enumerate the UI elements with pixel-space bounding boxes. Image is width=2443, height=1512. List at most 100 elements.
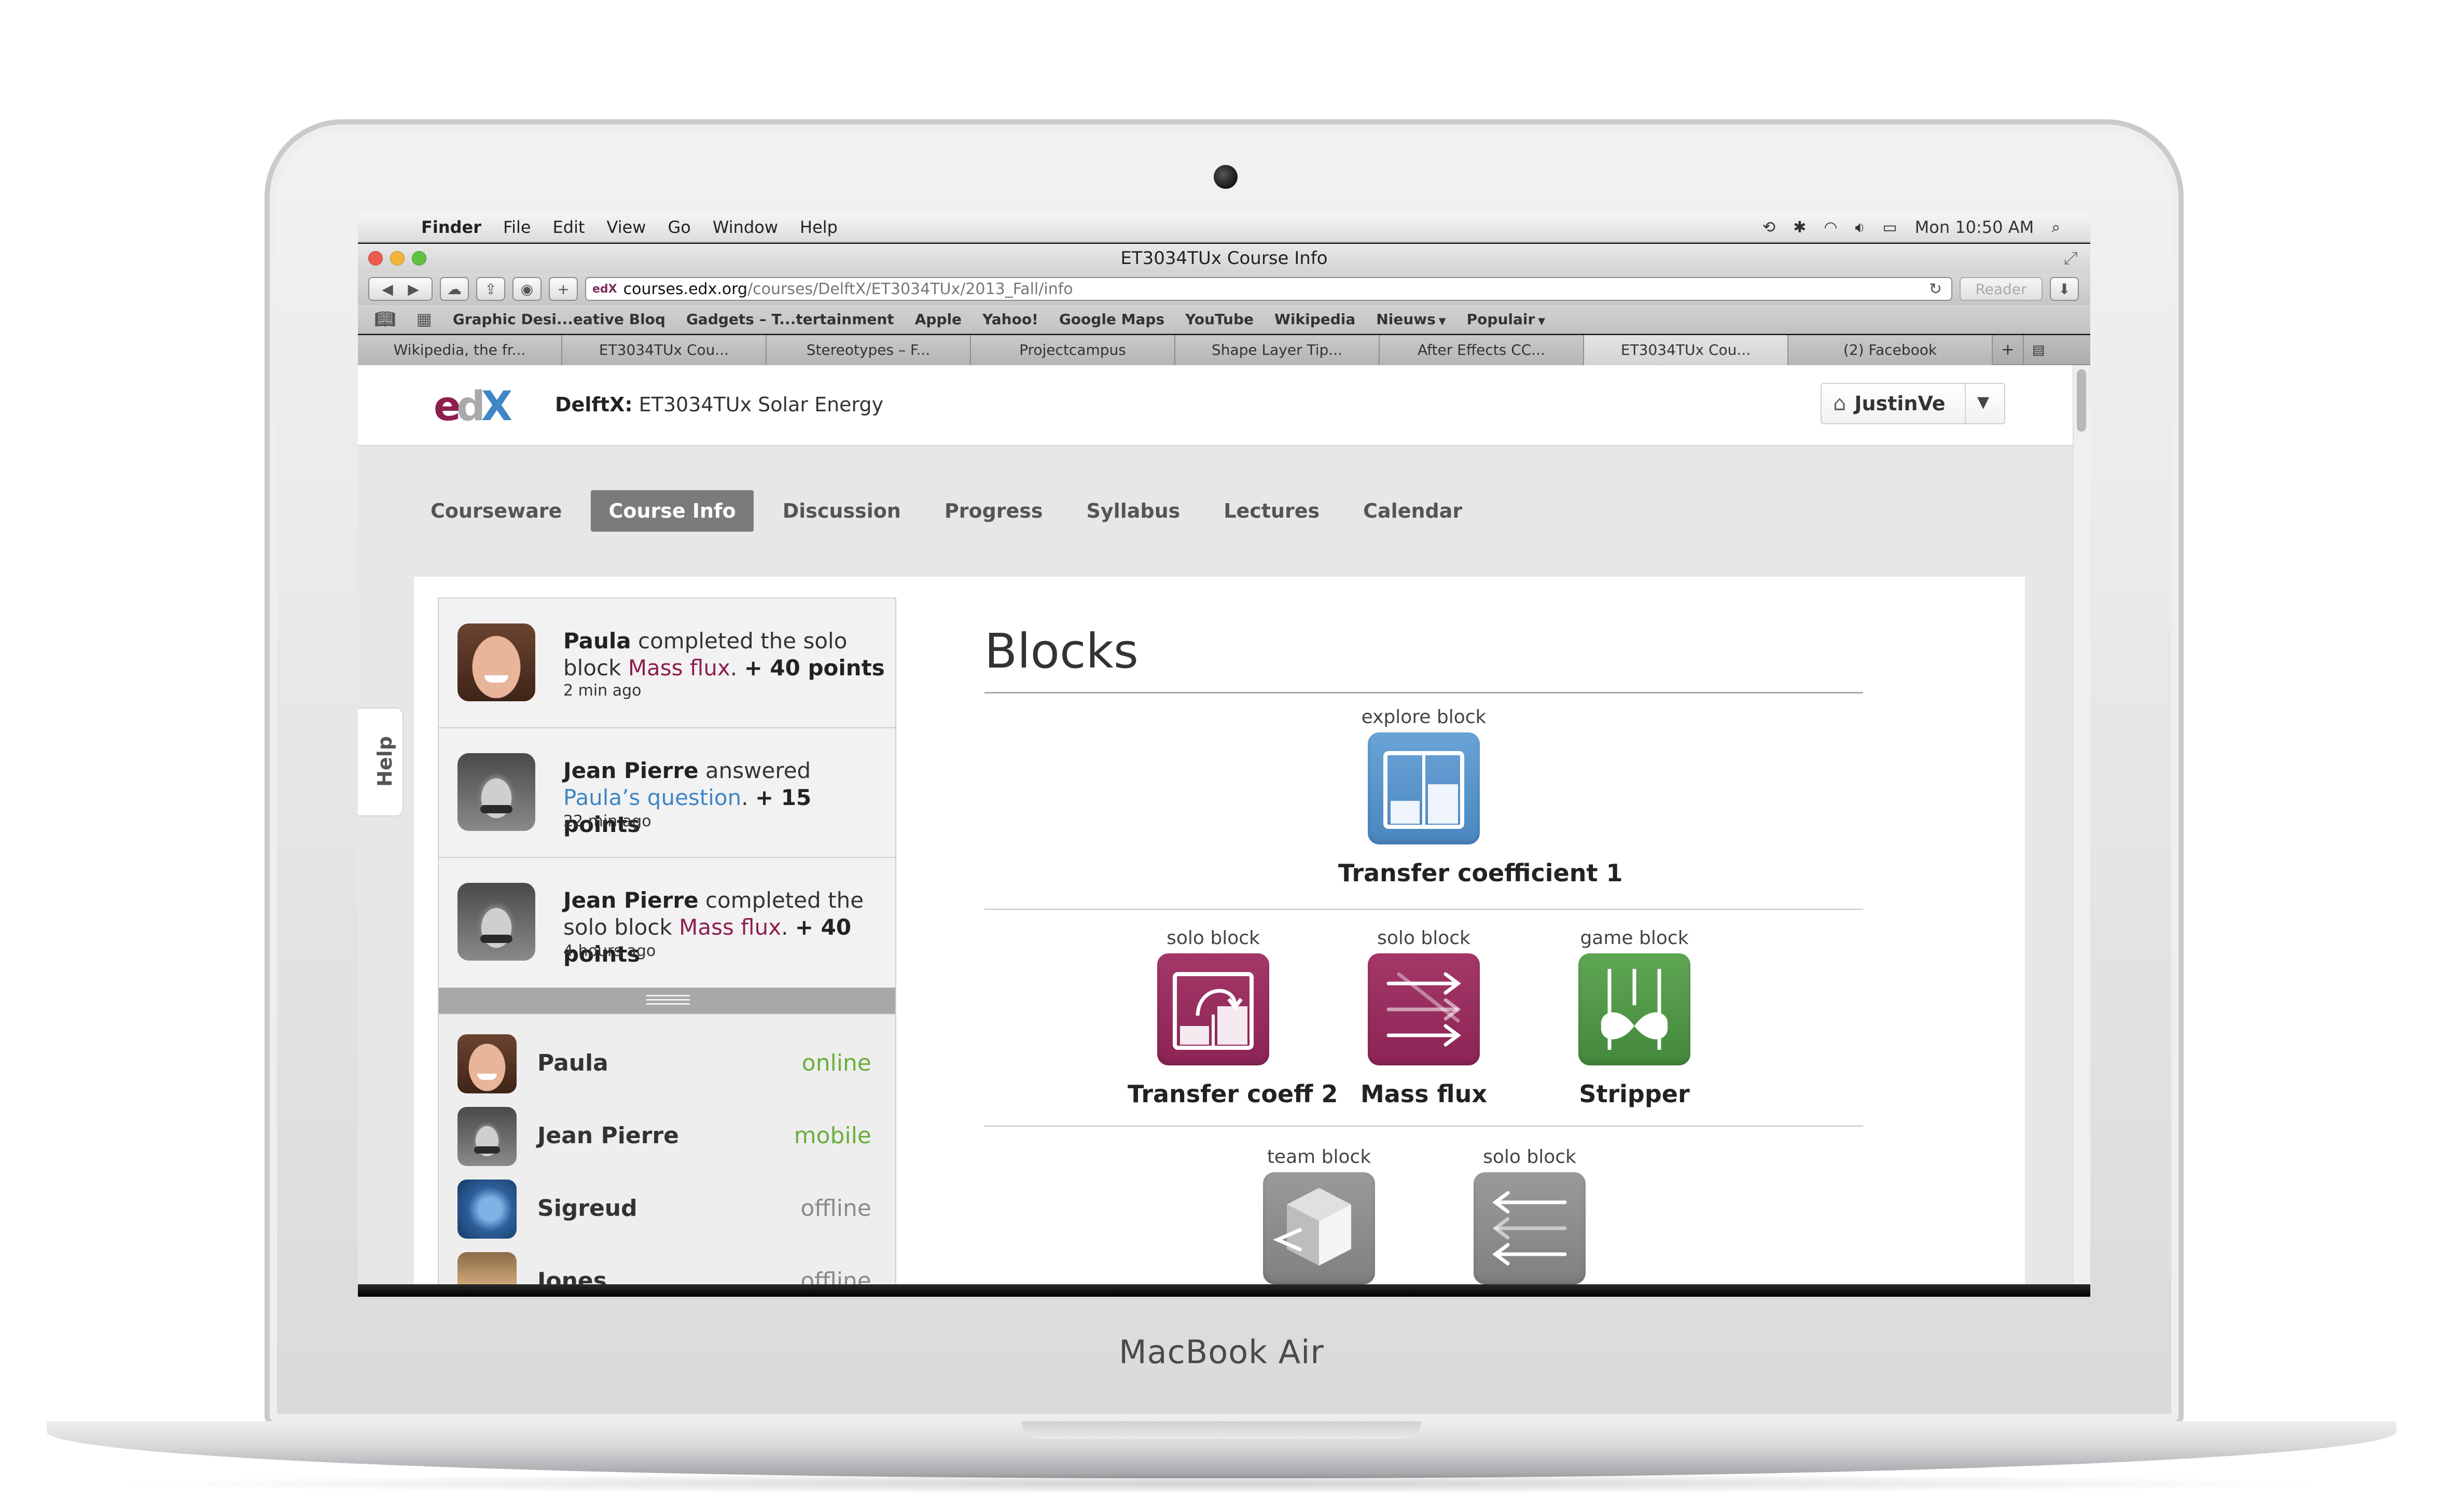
menu-file[interactable]: File — [503, 217, 531, 237]
battery-icon[interactable]: ▭ — [1882, 218, 1897, 237]
list-item[interactable]: Jones offline — [439, 1245, 895, 1284]
downloads-button[interactable]: ⬇ — [2050, 277, 2079, 301]
new-tab-plus-icon[interactable]: + — [1993, 335, 2024, 364]
menu-window[interactable]: Window — [713, 217, 778, 237]
bar-chart-icon[interactable] — [1368, 732, 1480, 844]
edx-logo[interactable]: e d X — [434, 384, 517, 428]
blocks-divider — [984, 1126, 1863, 1127]
arrows-right-icon[interactable] — [1368, 953, 1480, 1065]
bookmark-item[interactable]: Yahoo! — [982, 311, 1038, 328]
menubar-clock[interactable]: Mon 10:50 AM — [1915, 217, 2034, 237]
tab-courseware[interactable]: Courseware — [431, 490, 576, 532]
apple-icon[interactable] — [383, 218, 398, 237]
top-sites-grid-icon[interactable]: ▦ — [417, 309, 432, 329]
presence-status: offline — [800, 1195, 871, 1222]
browser-tab[interactable]: Projectcampus — [971, 335, 1175, 365]
browser-tab[interactable]: Wikipedia, the fr... — [358, 335, 562, 365]
site-header: e d X DelftX: ET3034TUx Solar Energy ⌂ J… — [358, 365, 2073, 446]
block-card[interactable]: game block Stripper — [1549, 927, 1720, 1108]
icloud-tabs-button[interactable]: ☁ — [440, 277, 469, 301]
bookmark-item[interactable]: Wikipedia — [1274, 311, 1355, 328]
tab-syllabus[interactable]: Syllabus — [1072, 490, 1195, 532]
close-window-button[interactable] — [368, 251, 383, 266]
block-card[interactable]: explore block Transfer coefficient 1 — [1338, 706, 1623, 887]
reader-button[interactable]: Reader — [1960, 277, 2043, 301]
back-arrow-icon[interactable]: ◀ — [382, 281, 393, 298]
activity-item[interactable]: Paula completed the solo block Mass flux… — [439, 599, 895, 728]
panel-resize-handle[interactable] — [439, 988, 895, 1015]
block-card[interactable]: solo block — [1444, 1146, 1615, 1284]
tab-course-info[interactable]: Course Info — [591, 490, 754, 532]
list-item[interactable]: Paula online — [439, 1027, 895, 1100]
person-name: Paula — [537, 1050, 608, 1076]
bookmark-folder[interactable]: Populair ▼ — [1467, 311, 1545, 328]
fullscreen-icon[interactable]: ⤢ — [2064, 248, 2078, 269]
reload-icon[interactable]: ↻ — [1929, 280, 1942, 298]
spotlight-search-icon[interactable]: ⌕ — [2051, 218, 2060, 237]
activity-link[interactable]: Mass flux — [628, 655, 730, 681]
scrollbar-thumb[interactable] — [2077, 369, 2086, 432]
cube-icon[interactable] — [1263, 1172, 1375, 1284]
forward-arrow-icon[interactable]: ▶ — [408, 281, 419, 298]
wifi-icon[interactable]: ◠ — [1824, 218, 1837, 237]
tab-progress[interactable]: Progress — [930, 490, 1058, 532]
bookmark-item[interactable]: Apple — [915, 311, 962, 328]
transfer-chart-icon[interactable] — [1157, 953, 1269, 1065]
list-item[interactable]: Jean Pierre mobile — [439, 1100, 895, 1172]
volume-icon[interactable]: 🔉︎ — [1855, 218, 1865, 237]
zoom-window-button[interactable] — [412, 251, 426, 266]
block-name: Transfer coefficient 1 — [1338, 859, 1623, 887]
list-item[interactable]: Sigreud offline — [439, 1172, 895, 1245]
address-bar[interactable]: edX courses.edx.org /courses/DelftX/ET30… — [585, 277, 1952, 301]
browser-tab[interactable]: After Effects CC... — [1380, 335, 1584, 365]
browser-tab-active[interactable]: ET3034TUx Cou... — [1584, 335, 1788, 365]
browser-tab[interactable]: Stereotypes – F... — [767, 335, 971, 365]
extension-icon: ◉ — [520, 280, 534, 298]
block-card[interactable]: team block — [1233, 1146, 1405, 1284]
block-card[interactable]: solo block Mass flux — [1338, 927, 1509, 1108]
activity-link[interactable]: Mass flux — [679, 914, 781, 940]
add-bookmark-button[interactable]: + — [549, 277, 578, 301]
people-list: Paula online Jean Pierre mobile Sigreud … — [439, 1015, 895, 1284]
tab-discussion[interactable]: Discussion — [768, 490, 915, 532]
extension-button[interactable]: ◉ — [512, 277, 542, 301]
arrows-left-icon[interactable] — [1474, 1172, 1586, 1284]
bookmark-folder[interactable]: Nieuws ▼ — [1376, 311, 1446, 328]
time-machine-icon[interactable]: ⟲ — [1762, 218, 1775, 237]
avatar — [457, 1180, 517, 1239]
menu-edit[interactable]: Edit — [553, 217, 585, 237]
mac-menubar: Finder File Edit View Go Window Help ⟲ ✱… — [358, 213, 2090, 243]
bluetooth-icon[interactable]: ✱ — [1793, 218, 1806, 237]
menu-app-name[interactable]: Finder — [421, 217, 481, 237]
bookmark-item[interactable]: Graphic Desi...eative Bloq — [453, 311, 665, 328]
reading-list-icon[interactable]: 📖︎ — [374, 309, 396, 329]
bookmark-folder-label: Nieuws — [1376, 310, 1436, 328]
browser-tab[interactable]: ET3034TUx Cou... — [562, 335, 767, 365]
block-card[interactable]: solo block Transfer coeff 2 — [1128, 927, 1338, 1108]
activity-item[interactable]: Jean Pierre answered Paula’s question. +… — [439, 728, 895, 858]
browser-tab-bar: Wikipedia, the fr... ET3034TUx Cou... St… — [358, 335, 2090, 365]
tab-lectures[interactable]: Lectures — [1209, 490, 1334, 532]
chevron-down-icon: ▼ — [1538, 315, 1546, 327]
page-scrollbar[interactable] — [2073, 365, 2090, 1284]
browser-tab[interactable]: Shape Layer Tip... — [1175, 335, 1380, 365]
minimize-window-button[interactable] — [390, 251, 405, 266]
bookmark-item[interactable]: Google Maps — [1059, 311, 1164, 328]
browser-toolbar: ◀ ▶ ☁ ⇪ ◉ + edX courses.edx.org /courses… — [358, 273, 2090, 305]
menu-go[interactable]: Go — [668, 217, 690, 237]
user-menu-button[interactable]: ⌂ JustinVe ▼ — [1821, 383, 2005, 424]
activity-link[interactable]: Paula’s question — [563, 785, 741, 810]
menu-view[interactable]: View — [607, 217, 646, 237]
browser-tab[interactable]: (2) Facebook — [1788, 335, 1993, 365]
tab-overview-icon[interactable]: ▤ — [2024, 335, 2053, 364]
course-title: DelftX: ET3034TUx Solar Energy — [555, 393, 883, 416]
bookmark-item[interactable]: YouTube — [1185, 311, 1254, 328]
help-tab[interactable]: Help — [358, 708, 404, 816]
bookmark-item[interactable]: Gadgets – T...tertainment — [686, 311, 894, 328]
activity-item[interactable]: Jean Pierre completed the solo block Mas… — [439, 858, 895, 988]
share-button[interactable]: ⇪ — [476, 277, 505, 301]
tab-calendar[interactable]: Calendar — [1349, 490, 1477, 532]
chevron-down-icon[interactable]: ▼ — [1977, 393, 1989, 411]
menu-help[interactable]: Help — [800, 217, 838, 237]
stripper-icon[interactable] — [1578, 953, 1690, 1065]
